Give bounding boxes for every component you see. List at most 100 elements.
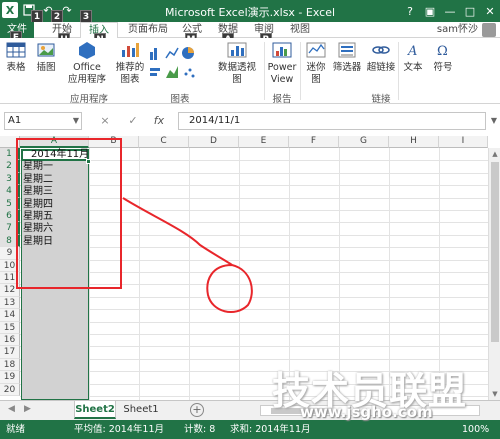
row-header-11[interactable]: 11: [0, 272, 20, 285]
scroll-up-icon[interactable]: ▲: [489, 148, 500, 160]
cell-a2[interactable]: 星期一: [23, 161, 53, 173]
column-header-d[interactable]: D: [189, 136, 239, 148]
column-header-i[interactable]: I: [439, 136, 488, 148]
add-sheet-button[interactable]: +: [190, 403, 204, 417]
name-box[interactable]: A1 ▼: [4, 112, 82, 130]
column-header-h[interactable]: H: [389, 136, 439, 148]
title-bar: X ↶ ↷ Microsoft Excel演示.xlsx - Excel ? ▣…: [0, 0, 500, 22]
user-name[interactable]: sam怀沙: [437, 22, 478, 38]
cell-a6[interactable]: 星期五: [23, 211, 53, 223]
vertical-scrollbar[interactable]: ▲ ▼: [488, 148, 500, 400]
insert-function-button[interactable]: fx: [150, 112, 168, 130]
row-header-8[interactable]: 8: [0, 234, 20, 248]
help-button[interactable]: ?: [400, 0, 420, 22]
row-header-7[interactable]: 7: [0, 222, 20, 235]
cell-a8[interactable]: 星期日: [23, 236, 53, 248]
enter-button[interactable]: ✓: [124, 112, 142, 130]
cancel-button[interactable]: ×: [96, 112, 114, 130]
pivot-chart-button[interactable]: 数据透视图: [214, 40, 260, 86]
close-button[interactable]: ✕: [480, 0, 500, 22]
grid-line: [20, 321, 488, 323]
scroll-down-icon[interactable]: ▼: [489, 388, 500, 400]
table-label: 表格: [6, 62, 26, 73]
power-view-label-1: Power: [267, 62, 297, 73]
row-header-2[interactable]: 2: [0, 160, 20, 173]
cell-a4[interactable]: 星期三: [23, 186, 53, 198]
slicer-label: 筛选器: [332, 62, 362, 73]
column-header-e[interactable]: E: [239, 136, 289, 148]
grid-line: [20, 346, 488, 348]
slicer-icon: [338, 42, 356, 58]
illustrations-button[interactable]: 插图: [34, 40, 58, 74]
row-header-10[interactable]: 10: [0, 259, 20, 272]
row-header-19[interactable]: 19: [0, 371, 20, 384]
text-button[interactable]: A 文本: [400, 40, 426, 74]
office-apps-button[interactable]: Office 应用程序: [66, 40, 108, 86]
maximize-button[interactable]: □: [460, 0, 480, 22]
hyperlink-button[interactable]: 超链接: [366, 40, 396, 74]
tab-page-layout[interactable]: 页面布局: [122, 22, 174, 38]
ribbon-separator: [398, 42, 399, 100]
sheet-tab-sheet2[interactable]: Sheet2: [74, 401, 116, 419]
cell-a7[interactable]: 星期六: [23, 223, 53, 235]
omega-icon: Ω: [437, 44, 448, 59]
grid-line: [20, 296, 488, 298]
row-header-17[interactable]: 17: [0, 346, 20, 359]
ribbon-display-icon[interactable]: ▣: [420, 0, 440, 22]
row-header-3[interactable]: 3: [0, 172, 20, 186]
cell-a3[interactable]: 星期二: [23, 174, 53, 186]
cell-a5[interactable]: 星期四: [23, 199, 53, 211]
row-header-9[interactable]: 9: [0, 247, 20, 260]
row-header-1[interactable]: 1: [0, 148, 20, 161]
row-header-15[interactable]: 15: [0, 321, 20, 334]
symbols-button[interactable]: Ω 符号: [430, 40, 456, 74]
slicer-button[interactable]: 筛选器: [332, 40, 362, 74]
select-all-button[interactable]: [0, 136, 20, 148]
sheet-prev-icon[interactable]: ◀: [8, 404, 15, 414]
formula-bar: A1 ▼ × ✓ fx 2014/11/1 ▼: [0, 108, 500, 134]
column-header-c[interactable]: C: [139, 136, 189, 148]
row-header-20[interactable]: 20: [0, 383, 20, 396]
row-header-13[interactable]: 13: [0, 296, 20, 310]
formula-input[interactable]: 2014/11/1: [178, 112, 486, 130]
chevron-down-icon[interactable]: ▼: [491, 116, 497, 125]
chevron-down-icon[interactable]: ▼: [73, 113, 79, 129]
recommended-charts-label-2: 图表: [120, 74, 140, 85]
recommended-charts-button[interactable]: 推荐的 图表: [114, 40, 146, 86]
column-header-b[interactable]: B: [89, 136, 139, 148]
row-header-6[interactable]: 6: [0, 210, 20, 223]
chart-types-gallery[interactable]: [148, 44, 200, 84]
power-view-button[interactable]: Power View: [266, 40, 298, 86]
avatar[interactable]: [482, 23, 496, 37]
minimize-button[interactable]: —: [440, 0, 460, 22]
row-header-14[interactable]: 14: [0, 309, 20, 322]
tab-view[interactable]: 视图: [284, 22, 316, 38]
fill-handle[interactable]: [86, 159, 91, 164]
column-header-a[interactable]: A: [20, 136, 89, 148]
text-label: 文本: [403, 62, 423, 73]
ribbon: 表格 插图 Office 应用程序 推荐的 图表 数据透视图 Power Vie…: [0, 38, 500, 105]
chart-types-icon: [150, 47, 195, 78]
row-header-18[interactable]: 18: [0, 358, 20, 372]
illustrations-label: 插图: [36, 62, 56, 73]
row-header-12[interactable]: 12: [0, 284, 20, 297]
cell-a1[interactable]: 2014年11月: [31, 149, 89, 161]
hyperlink-label: 超链接: [366, 62, 396, 73]
sparklines-button[interactable]: 迷你图: [302, 40, 330, 86]
column-header-f[interactable]: F: [289, 136, 339, 148]
table-button[interactable]: 表格: [4, 40, 28, 74]
status-count: 计数: 8: [184, 424, 216, 435]
window-controls: ? ▣ — □ ✕: [400, 0, 500, 22]
text-box-icon: A: [407, 44, 417, 59]
grid-line: [20, 210, 488, 211]
row-header-4[interactable]: 4: [0, 185, 20, 198]
sheet-next-icon[interactable]: ▶: [24, 404, 31, 414]
grid-line: [20, 222, 488, 224]
scroll-thumb[interactable]: [491, 162, 499, 342]
grid-line: [20, 334, 488, 335]
row-header-16[interactable]: 16: [0, 334, 20, 347]
column-header-g[interactable]: G: [339, 136, 389, 148]
row-header-5[interactable]: 5: [0, 197, 20, 210]
sheet-tab-sheet1[interactable]: Sheet1: [120, 401, 162, 419]
zoom-level[interactable]: 100%: [462, 420, 489, 439]
